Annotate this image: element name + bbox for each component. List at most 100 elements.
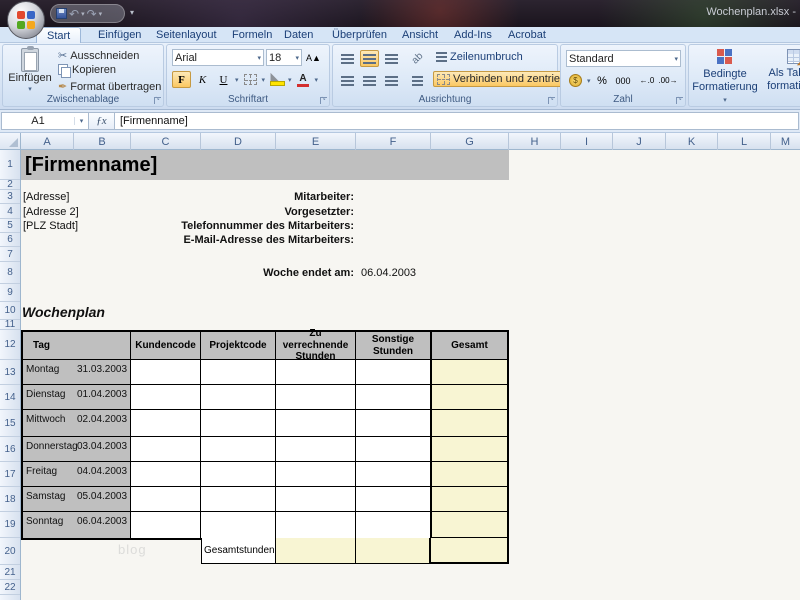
projektcode-cell[interactable]	[201, 410, 276, 436]
kundencode-cell[interactable]	[131, 360, 201, 384]
copy-button[interactable]: Kopieren	[55, 63, 119, 77]
borders-caret-icon[interactable]: ▾	[262, 76, 266, 84]
row-header[interactable]: 22	[0, 580, 20, 595]
verrechnende-stunden-cell[interactable]	[276, 462, 356, 486]
row-header[interactable]: 14	[0, 385, 20, 410]
dialog-launcher-icon[interactable]	[548, 97, 555, 104]
verrechnende-stunden-cell[interactable]	[276, 410, 356, 436]
column-header-h[interactable]: H	[509, 133, 561, 150]
format-painter-button[interactable]: ✒ Format übertragen	[55, 79, 164, 94]
orientation-button[interactable]: ab	[408, 50, 427, 67]
total-sonstige-cell[interactable]	[356, 538, 431, 563]
sonstige-stunden-cell[interactable]	[356, 437, 431, 461]
gesamt-cell[interactable]	[431, 437, 507, 461]
font-color-caret-icon[interactable]: ▾	[315, 76, 319, 84]
tab-seitenlayout[interactable]: Seitenlayout	[146, 27, 227, 43]
verrechnende-stunden-cell[interactable]	[276, 385, 356, 409]
tab-ansicht[interactable]: Ansicht	[392, 27, 448, 43]
underline-caret-icon[interactable]: ▾	[235, 76, 239, 84]
font-color-button[interactable]: A	[294, 71, 313, 88]
column-header-b[interactable]: B	[74, 133, 131, 150]
row-header[interactable]: 18	[0, 487, 20, 512]
column-header-f[interactable]: F	[356, 133, 431, 150]
gesamt-cell[interactable]	[431, 385, 507, 409]
undo-caret-icon[interactable]: ▾	[81, 10, 85, 18]
tab-acrobat[interactable]: Acrobat	[498, 27, 556, 43]
row-header[interactable]: 17	[0, 462, 20, 487]
column-header-j[interactable]: J	[613, 133, 666, 150]
projektcode-cell[interactable]	[201, 512, 276, 538]
column-header-a[interactable]: A	[21, 133, 74, 150]
column-header-l[interactable]: L	[718, 133, 771, 150]
gesamt-cell[interactable]	[431, 360, 507, 384]
kundencode-cell[interactable]	[131, 410, 201, 436]
projektcode-cell[interactable]	[201, 487, 276, 511]
day-cell[interactable]: Donnerstag03.04.2003	[23, 437, 131, 461]
sonstige-stunden-cell[interactable]	[356, 487, 431, 511]
tab-daten[interactable]: Daten	[274, 27, 323, 43]
dialog-launcher-icon[interactable]	[676, 97, 683, 104]
row-header[interactable]: 6	[0, 233, 20, 247]
kundencode-cell[interactable]	[131, 487, 201, 511]
label-mitarbeiter[interactable]: Mitarbeiter:	[21, 191, 354, 203]
gesamt-cell[interactable]	[431, 512, 507, 538]
tab-ueberpruefen[interactable]: Überprüfen	[322, 27, 397, 43]
day-cell[interactable]: Freitag04.04.2003	[23, 462, 131, 486]
day-cell[interactable]: Mittwoch02.04.2003	[23, 410, 131, 436]
row-header[interactable]: 1	[0, 150, 20, 180]
font-name-combo[interactable]: Arial ▾	[172, 49, 264, 66]
sonstige-stunden-cell[interactable]	[356, 410, 431, 436]
gesamtstunden-label-cell[interactable]: Gesamtstunden	[202, 538, 276, 563]
row-header[interactable]: 13	[0, 360, 20, 385]
kundencode-cell[interactable]	[131, 512, 201, 538]
kundencode-cell[interactable]	[131, 385, 201, 409]
font-size-combo[interactable]: 18 ▾	[266, 49, 302, 66]
day-cell[interactable]: Samstag05.04.2003	[23, 487, 131, 511]
column-header-g[interactable]: G	[431, 133, 509, 150]
column-header-e[interactable]: E	[276, 133, 356, 150]
align-middle-button[interactable]	[360, 50, 379, 67]
sonstige-stunden-cell[interactable]	[356, 462, 431, 486]
column-header-m[interactable]: M	[771, 133, 800, 150]
office-button[interactable]	[7, 1, 45, 39]
dialog-launcher-icon[interactable]	[320, 97, 327, 104]
wrap-text-button[interactable]: Zeilenumbruch	[433, 50, 526, 64]
sonstige-stunden-cell[interactable]	[356, 360, 431, 384]
label-woche-endet[interactable]: Woche endet am:	[21, 267, 354, 279]
align-top-button[interactable]	[338, 50, 357, 67]
column-header-k[interactable]: K	[666, 133, 718, 150]
tab-addins[interactable]: Add-Ins	[444, 27, 502, 43]
row-header[interactable]: 16	[0, 437, 20, 462]
decrease-indent-button[interactable]	[408, 72, 427, 89]
save-icon[interactable]	[56, 8, 67, 19]
align-bottom-button[interactable]	[382, 50, 401, 67]
gesamt-cell[interactable]	[431, 410, 507, 436]
projektcode-cell[interactable]	[201, 360, 276, 384]
total-gesamt-cell[interactable]	[430, 537, 509, 564]
italic-button[interactable]: K	[193, 71, 212, 88]
row-header[interactable]: 7	[0, 247, 20, 262]
tab-einfuegen[interactable]: Einfügen	[88, 27, 151, 43]
verrechnende-stunden-cell[interactable]	[276, 360, 356, 384]
name-box-caret-icon[interactable]: ▾	[74, 117, 88, 125]
row-header[interactable]: 2	[0, 180, 20, 190]
total-verrechnende-cell[interactable]	[276, 538, 356, 563]
percent-button[interactable]: %	[593, 72, 612, 89]
projektcode-cell[interactable]	[201, 462, 276, 486]
align-center-button[interactable]	[360, 72, 379, 89]
grow-font-button[interactable]: A▲	[304, 49, 323, 66]
row-header[interactable]: 15	[0, 410, 20, 437]
name-box[interactable]: A1 ▾	[1, 112, 89, 130]
tab-start[interactable]: Start	[36, 27, 81, 43]
number-format-combo[interactable]: Standard ▾	[566, 50, 681, 67]
kundencode-cell[interactable]	[131, 437, 201, 461]
row-header[interactable]: 9	[0, 284, 20, 302]
row-header[interactable]: 11	[0, 320, 20, 330]
underline-button[interactable]: U	[214, 71, 233, 88]
currency-caret-icon[interactable]: ▾	[587, 77, 591, 85]
select-all-button[interactable]	[0, 133, 21, 149]
projektcode-cell[interactable]	[201, 437, 276, 461]
sonstige-stunden-cell[interactable]	[356, 385, 431, 409]
dialog-launcher-icon[interactable]	[154, 97, 161, 104]
day-cell[interactable]: Dienstag01.04.2003	[23, 385, 131, 409]
